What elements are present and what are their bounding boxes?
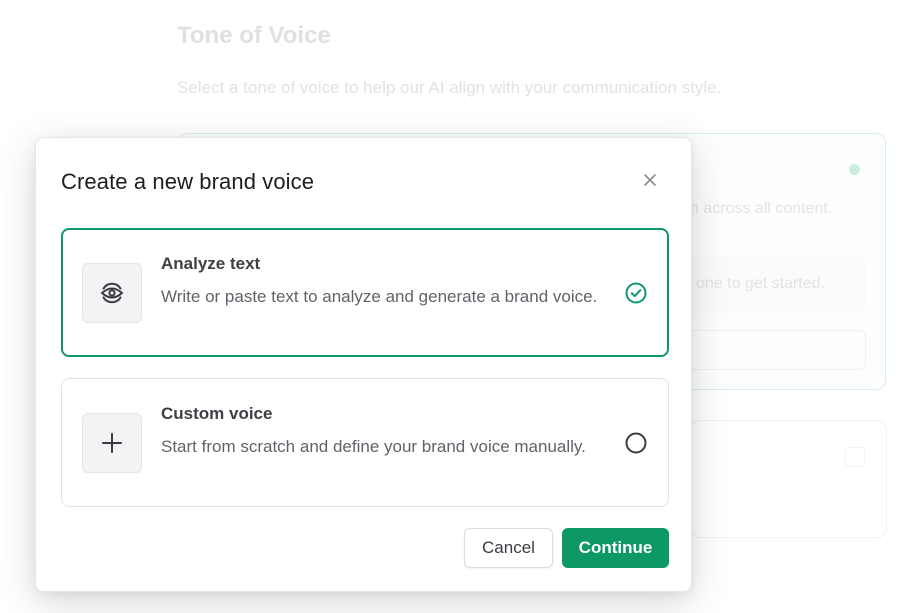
tone-card-description: n across all content. <box>690 200 833 217</box>
cancel-button[interactable]: Cancel <box>464 528 553 568</box>
page-subtitle: Select a tone of voice to help our AI al… <box>177 78 722 97</box>
option-radio-unselected[interactable] <box>624 431 648 455</box>
option-title: Custom voice <box>161 404 273 423</box>
option-custom-voice[interactable]: Custom voice Start from scratch and defi… <box>61 378 669 507</box>
eye-scan-icon <box>101 282 123 304</box>
background-input <box>680 330 866 370</box>
continue-button[interactable]: Continue <box>562 528 669 568</box>
hint-text: one to get started. <box>696 275 825 292</box>
option-description: Start from scratch and define your brand… <box>161 437 586 456</box>
check-circle-icon <box>625 282 647 304</box>
create-brand-voice-dialog: Create a new brand voice Analyze text Wr… <box>35 137 692 592</box>
page-title: Tone of Voice <box>177 22 331 49</box>
status-dot <box>849 164 860 175</box>
secondary-card <box>690 420 887 538</box>
secondary-card-checkbox <box>845 447 865 467</box>
option-icon-box <box>82 413 142 473</box>
radio-empty-icon <box>625 432 647 454</box>
option-icon-box <box>82 263 142 323</box>
plus-icon <box>102 433 122 453</box>
option-analyze-text[interactable]: Analyze text Write or paste text to anal… <box>61 228 669 357</box>
dialog-title: Create a new brand voice <box>61 169 315 194</box>
option-description: Write or paste text to analyze and gener… <box>161 287 598 306</box>
close-button[interactable] <box>639 169 661 191</box>
option-title: Analyze text <box>161 254 261 273</box>
option-radio-selected[interactable] <box>624 281 648 305</box>
close-icon <box>644 174 656 186</box>
